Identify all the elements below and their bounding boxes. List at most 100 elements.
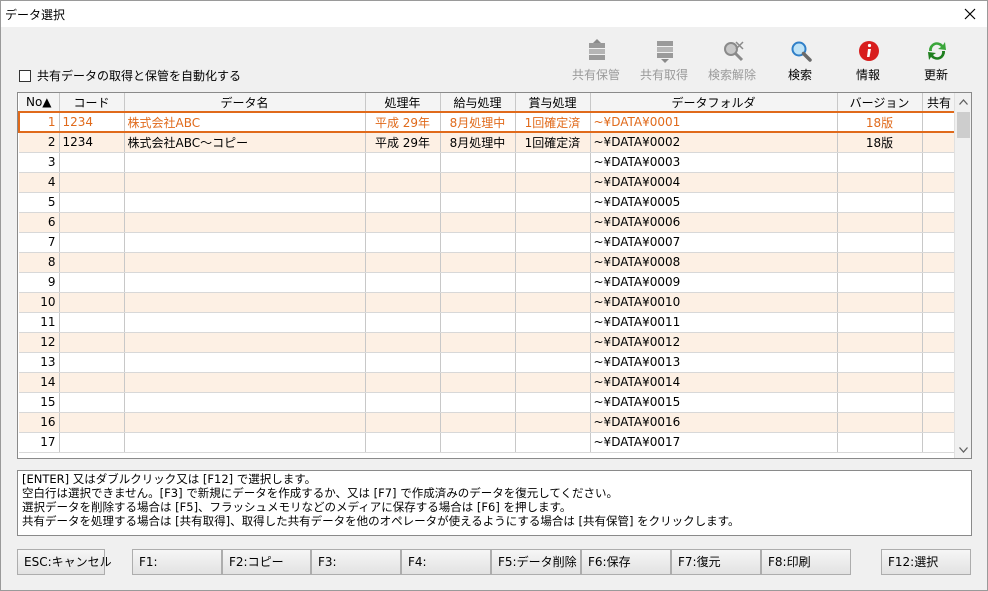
- table-row[interactable]: 15 ~¥DATA¥0015: [19, 392, 957, 413]
- cell-no: 9: [19, 272, 60, 293]
- data-table: No▲ コード データ名 処理年 給与処理 賞与処理 データフォルダ バージョン 共有 1 123…: [18, 93, 957, 453]
- cell-version: 18版: [837, 111, 923, 133]
- f12-select-button[interactable]: F12:選択: [881, 549, 971, 575]
- cell-no: 11: [19, 312, 60, 333]
- f3-button[interactable]: F3:: [311, 549, 401, 575]
- cell-shared: [922, 332, 957, 353]
- cell-version: [837, 232, 923, 253]
- cell-code: [59, 352, 125, 373]
- table-row[interactable]: 17 ~¥DATA¥0017: [19, 432, 957, 453]
- cell-folder: ~¥DATA¥0008: [590, 252, 838, 273]
- cell-name: [124, 212, 366, 233]
- column-header-bonus[interactable]: 賞与処理: [515, 93, 591, 113]
- cell-folder: ~¥DATA¥0006: [590, 212, 838, 233]
- share-get-button[interactable]: 共有取得: [631, 37, 697, 85]
- table-row[interactable]: 9 ~¥DATA¥0009: [19, 272, 957, 293]
- cell-name: [124, 392, 366, 413]
- cell-name: [124, 412, 366, 433]
- cell-bonus: [515, 192, 591, 213]
- esc-cancel-button[interactable]: ESC:キャンセル: [17, 549, 112, 575]
- table-row[interactable]: 8 ~¥DATA¥0008: [19, 252, 957, 273]
- table-row[interactable]: 5 ~¥DATA¥0005: [19, 192, 957, 213]
- share-get-label: 共有取得: [639, 68, 688, 82]
- column-header-year[interactable]: 処理年: [365, 93, 441, 113]
- cell-shared: [922, 392, 957, 413]
- scroll-up-button[interactable]: [955, 93, 971, 110]
- column-header-folder[interactable]: データフォルダ: [590, 93, 838, 113]
- cell-salary: [440, 152, 516, 173]
- vertical-scrollbar[interactable]: [954, 93, 971, 458]
- f5-delete-button[interactable]: F5:データ削除: [491, 549, 581, 575]
- cell-name: [124, 172, 366, 193]
- f1-button[interactable]: F1:: [132, 549, 222, 575]
- cell-bonus: [515, 372, 591, 393]
- f4-button[interactable]: F4:: [401, 549, 491, 575]
- autosync-option[interactable]: 共有データの取得と保管を自動化する: [19, 67, 241, 84]
- cell-year: [365, 292, 441, 313]
- cell-folder: ~¥DATA¥0011: [590, 312, 838, 333]
- search-clear-button[interactable]: 検索解除: [699, 37, 765, 85]
- table-row[interactable]: 6 ~¥DATA¥0006: [19, 212, 957, 233]
- cell-code: [59, 172, 125, 193]
- refresh-label: 更新: [923, 68, 948, 82]
- cell-year: 平成 29年: [365, 132, 441, 153]
- table-row[interactable]: 11 ~¥DATA¥0011: [19, 312, 957, 333]
- cell-shared: [922, 152, 957, 173]
- column-header-salary[interactable]: 給与処理: [440, 93, 516, 113]
- cell-salary: [440, 192, 516, 213]
- table-row[interactable]: 10 ~¥DATA¥0010: [19, 292, 957, 313]
- cell-no: 8: [19, 252, 60, 273]
- info-button[interactable]: 情報: [835, 37, 901, 85]
- cell-code: [59, 192, 125, 213]
- autosync-checkbox[interactable]: [19, 69, 31, 82]
- cell-code: [59, 312, 125, 333]
- cell-bonus: [515, 432, 591, 453]
- column-header-code[interactable]: コード: [59, 93, 125, 113]
- table-row[interactable]: 13 ~¥DATA¥0013: [19, 352, 957, 373]
- table-row-selected[interactable]: 1 1234 株式会社ABC 平成 29年 8月処理中 1回確定済 ~¥DATA¥0001 1…: [18, 111, 957, 133]
- scroll-down-button[interactable]: [955, 441, 971, 458]
- cell-no: 15: [19, 392, 60, 413]
- table-row[interactable]: 7 ~¥DATA¥0007: [19, 232, 957, 253]
- cell-version: [837, 332, 923, 353]
- title-bar: データ選択: [1, 1, 987, 27]
- refresh-button[interactable]: 更新: [903, 37, 969, 85]
- help-line: 共有データを処理する場合は [共有取得]、取得した共有データを他のオペレータが使…: [22, 514, 740, 528]
- table-row[interactable]: 12 ~¥DATA¥0012: [19, 332, 957, 353]
- table-row[interactable]: 14 ~¥DATA¥0014: [19, 372, 957, 393]
- search-clear-label: 検索解除: [707, 68, 756, 82]
- table-row[interactable]: 3 ~¥DATA¥0003: [19, 152, 957, 173]
- f8-print-button[interactable]: F8:印刷: [761, 549, 851, 575]
- cell-bonus: 1回確定済: [515, 132, 591, 153]
- cell-year: [365, 332, 441, 353]
- scroll-thumb[interactable]: [957, 112, 970, 138]
- f6-save-button[interactable]: F6:保存: [581, 549, 671, 575]
- f7-restore-button[interactable]: F7:復元: [671, 549, 761, 575]
- column-header-name[interactable]: データ名: [124, 93, 366, 113]
- table-row[interactable]: 2 1234 株式会社ABC～コピー 平成 29年 8月処理中 1回確定済 ~¥DATA¥0…: [19, 132, 957, 153]
- table-row[interactable]: 4 ~¥DATA¥0004: [19, 172, 957, 193]
- cell-year: [365, 392, 441, 413]
- column-header-shared[interactable]: 共有: [922, 93, 957, 113]
- f2-copy-button[interactable]: F2:コピー: [222, 549, 311, 575]
- cell-name: [124, 192, 366, 213]
- cell-shared: [922, 312, 957, 333]
- cell-shared: [922, 432, 957, 453]
- cell-salary: 8月処理中: [440, 111, 516, 133]
- cell-bonus: [515, 392, 591, 413]
- cell-code: [59, 432, 125, 453]
- search-button[interactable]: 検索: [767, 37, 833, 85]
- cell-bonus: [515, 332, 591, 353]
- column-header-no[interactable]: No▲: [19, 93, 60, 113]
- cell-name: [124, 232, 366, 253]
- close-button[interactable]: [953, 1, 987, 27]
- table-row[interactable]: 16 ~¥DATA¥0016: [19, 412, 957, 433]
- help-line: [ENTER] 又はダブルクリック又は [F12] で選択します。: [22, 472, 317, 486]
- cell-code: [59, 372, 125, 393]
- column-header-version[interactable]: バージョン: [837, 93, 923, 113]
- cell-bonus: [515, 232, 591, 253]
- cell-shared: [922, 232, 957, 253]
- info-label: 情報: [855, 68, 880, 82]
- share-save-button[interactable]: 共有保管: [563, 37, 629, 85]
- cell-shared: [922, 372, 957, 393]
